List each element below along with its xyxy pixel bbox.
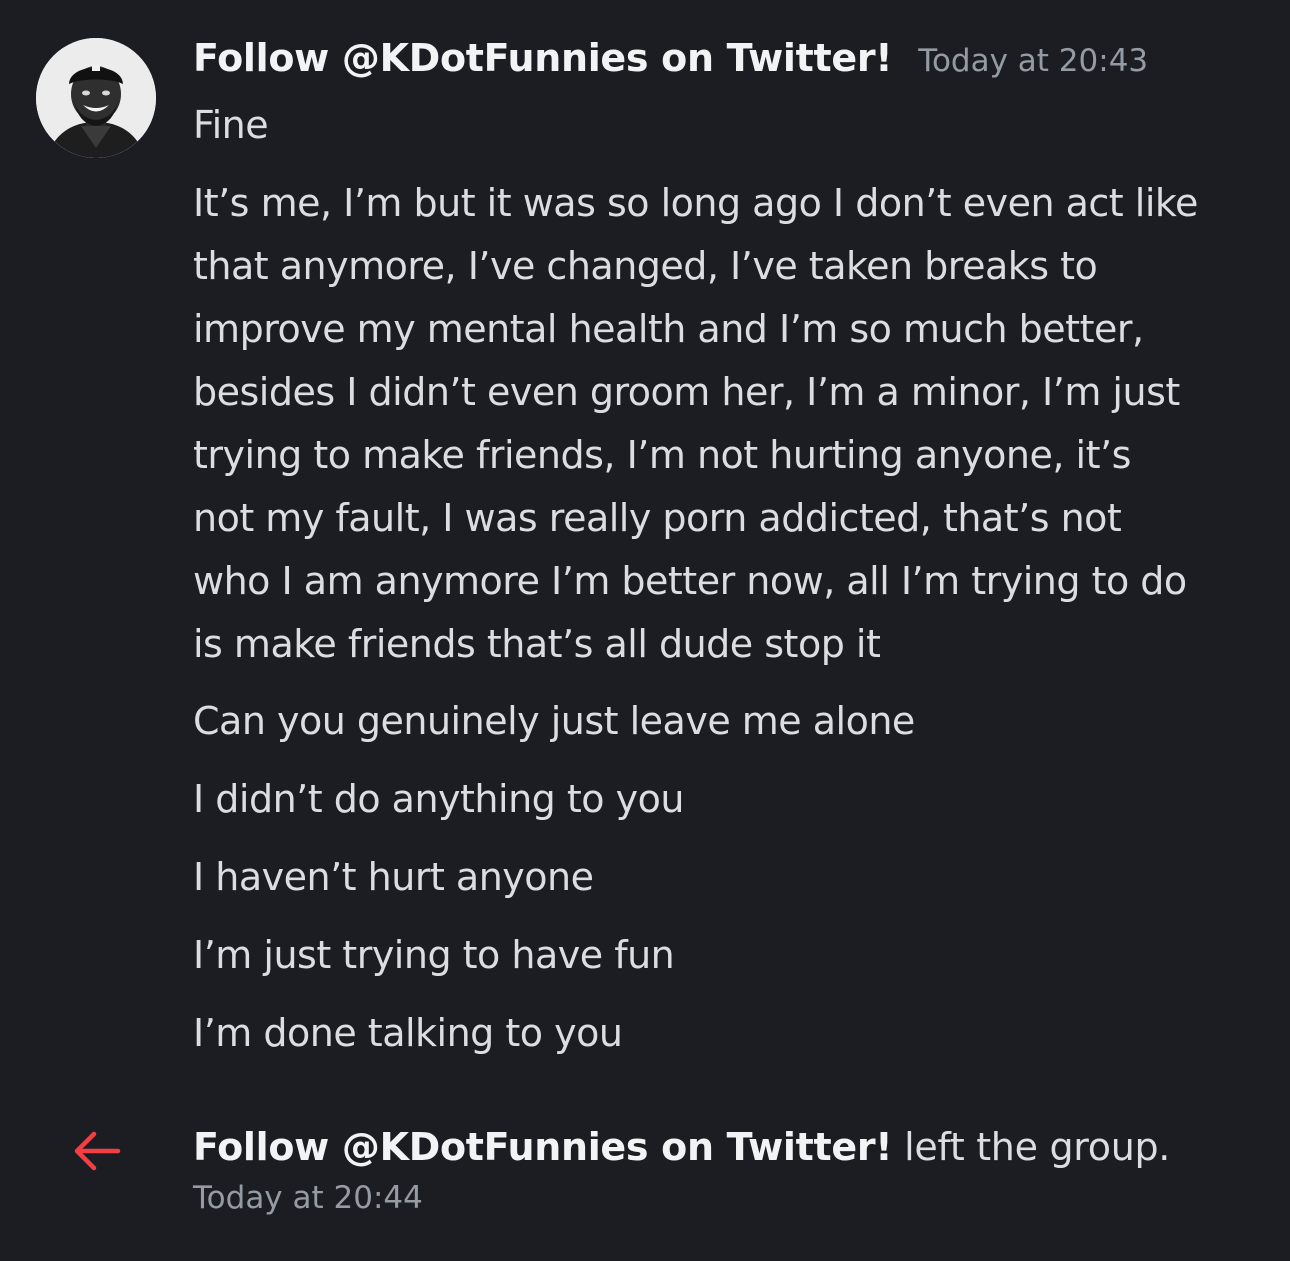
message-header: Follow @KDotFunnies on Twitter! Today at… [193,36,1148,90]
paragraph-line: improve my mental health and I’m so much… [193,307,1144,351]
message-paragraph: It’s me, I’m but it was so long ago I do… [193,172,1278,676]
message-line-done-talking: I’m done talking to you [193,1011,623,1055]
message-timestamp: Today at 20:43 [918,43,1149,79]
user-avatar-icon [36,38,156,158]
message-line-have-fun: I’m just trying to have fun [193,933,675,977]
paragraph-line: besides I didn’t even groom her, I’m a m… [193,370,1180,414]
paragraph-line: It’s me, I’m but it was so long ago I do… [193,181,1198,225]
message-line-didnt-do: I didn’t do anything to you [193,777,684,821]
system-message-text: left the group. [892,1125,1171,1169]
paragraph-line: who I am anymore I’m better now, all I’m… [193,559,1187,603]
message-line-fine: Fine [193,103,269,147]
message-line-leave-alone: Can you genuinely just leave me alone [193,699,915,743]
system-message-timestamp: Today at 20:44 [193,1180,423,1216]
left-arrow-icon [70,1128,122,1174]
paragraph-line: trying to make friends, I’m not hurting … [193,433,1131,477]
system-message: Follow @KDotFunnies on Twitter! left the… [193,1118,1170,1176]
paragraph-line: is make friends that’s all dude stop it [193,622,881,666]
paragraph-line: that anymore, I’ve changed, I’ve taken b… [193,244,1098,288]
user-avatar[interactable] [36,38,156,158]
message-author-name[interactable]: Follow @KDotFunnies on Twitter! [193,36,893,80]
system-message-author[interactable]: Follow @KDotFunnies on Twitter! [193,1125,893,1169]
paragraph-line: not my fault, I was really porn addicted… [193,496,1122,540]
message-line-havent-hurt: I haven’t hurt anyone [193,855,594,899]
